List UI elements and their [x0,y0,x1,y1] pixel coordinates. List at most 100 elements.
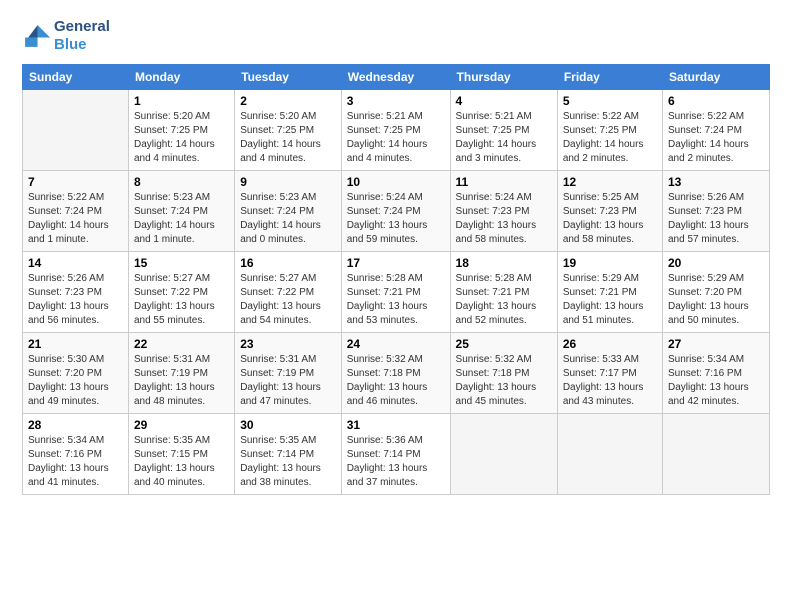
day-number: 6 [668,94,764,108]
day-cell: 8 Sunrise: 5:23 AM Sunset: 7:24 PM Daylig… [128,171,234,252]
day-cell: 9 Sunrise: 5:23 AM Sunset: 7:24 PM Daylig… [235,171,342,252]
day-info: Sunrise: 5:24 AM Sunset: 7:23 PM Dayligh… [456,191,552,247]
col-header-saturday: Saturday [662,65,769,90]
day-cell: 28Sunrise: 5:34 AM Sunset: 7:16 PM Dayli… [23,414,129,495]
day-number: 7 [28,175,123,189]
day-info: Sunrise: 5:29 AM Sunset: 7:20 PM Dayligh… [668,272,764,328]
day-cell [557,414,662,495]
day-info: Sunrise: 5:27 AM Sunset: 7:22 PM Dayligh… [134,272,229,328]
day-number: 18 [456,256,552,270]
header: General Blue [22,18,770,54]
day-info: Sunrise: 5:35 AM Sunset: 7:15 PM Dayligh… [134,434,229,490]
day-number: 4 [456,94,552,108]
day-number: 22 [134,337,229,351]
day-cell: 1Sunrise: 5:20 AM Sunset: 7:25 PM Daylig… [128,90,234,171]
day-number: 23 [240,337,336,351]
day-cell: 23 Sunrise: 5:31 AM Sunset: 7:19 PM Dayli… [235,333,342,414]
day-cell: 19Sunrise: 5:29 AM Sunset: 7:21 PM Dayli… [557,252,662,333]
day-cell: 31Sunrise: 5:36 AM Sunset: 7:14 PM Dayli… [341,414,450,495]
day-info: Sunrise: 5:23 AM Sunset: 7:24 PM Dayligh… [240,191,336,247]
day-cell: 22 Sunrise: 5:31 AM Sunset: 7:19 PM Dayli… [128,333,234,414]
day-cell: 5Sunrise: 5:22 AM Sunset: 7:25 PM Daylig… [557,90,662,171]
day-cell: 10 Sunrise: 5:24 AM Sunset: 7:24 PM Dayli… [341,171,450,252]
day-info: Sunrise: 5:24 AM Sunset: 7:24 PM Dayligh… [347,191,445,247]
col-header-thursday: Thursday [450,65,557,90]
week-row-4: 21 Sunrise: 5:30 AM Sunset: 7:20 PM Dayli… [23,333,770,414]
day-cell: 2 Sunrise: 5:20 AM Sunset: 7:25 PM Daylig… [235,90,342,171]
day-cell: 7 Sunrise: 5:22 AM Sunset: 7:24 PM Daylig… [23,171,129,252]
day-number: 21 [28,337,123,351]
day-number: 14 [28,256,123,270]
day-number: 8 [134,175,229,189]
day-number: 26 [563,337,657,351]
week-row-2: 7 Sunrise: 5:22 AM Sunset: 7:24 PM Daylig… [23,171,770,252]
logo-name: General Blue [54,18,110,54]
day-number: 19 [563,256,657,270]
day-cell: 3 Sunrise: 5:21 AM Sunset: 7:25 PM Daylig… [341,90,450,171]
day-cell: 18 Sunrise: 5:28 AM Sunset: 7:21 PM Dayli… [450,252,557,333]
day-info: Sunrise: 5:25 AM Sunset: 7:23 PM Dayligh… [563,191,657,247]
day-info: Sunrise: 5:22 AM Sunset: 7:24 PM Dayligh… [668,110,764,166]
day-info: Sunrise: 5:23 AM Sunset: 7:24 PM Dayligh… [134,191,229,247]
day-info: Sunrise: 5:26 AM Sunset: 7:23 PM Dayligh… [28,272,123,328]
day-number: 12 [563,175,657,189]
day-number: 27 [668,337,764,351]
col-header-friday: Friday [557,65,662,90]
day-cell: 30Sunrise: 5:35 AM Sunset: 7:14 PM Dayli… [235,414,342,495]
day-number: 16 [240,256,336,270]
day-cell: 16 Sunrise: 5:27 AM Sunset: 7:22 PM Dayli… [235,252,342,333]
day-info: Sunrise: 5:31 AM Sunset: 7:19 PM Dayligh… [240,353,336,409]
day-number: 10 [347,175,445,189]
calendar-page: General Blue SundayMondayTuesdayWednesda… [0,0,792,612]
day-number: 17 [347,256,445,270]
day-cell: 14 Sunrise: 5:26 AM Sunset: 7:23 PM Dayli… [23,252,129,333]
calendar-table: SundayMondayTuesdayWednesdayThursdayFrid… [22,64,770,495]
day-info: Sunrise: 5:28 AM Sunset: 7:21 PM Dayligh… [347,272,445,328]
day-info: Sunrise: 5:21 AM Sunset: 7:25 PM Dayligh… [347,110,445,166]
day-number: 25 [456,337,552,351]
day-number: 20 [668,256,764,270]
day-number: 5 [563,94,657,108]
col-header-monday: Monday [128,65,234,90]
day-cell [662,414,769,495]
day-number: 13 [668,175,764,189]
day-number: 30 [240,418,336,432]
day-number: 29 [134,418,229,432]
day-info: Sunrise: 5:33 AM Sunset: 7:17 PM Dayligh… [563,353,657,409]
day-cell: 25 Sunrise: 5:32 AM Sunset: 7:18 PM Dayli… [450,333,557,414]
day-number: 24 [347,337,445,351]
day-info: Sunrise: 5:34 AM Sunset: 7:16 PM Dayligh… [668,353,764,409]
day-info: Sunrise: 5:32 AM Sunset: 7:18 PM Dayligh… [347,353,445,409]
week-row-5: 28Sunrise: 5:34 AM Sunset: 7:16 PM Dayli… [23,414,770,495]
day-info: Sunrise: 5:27 AM Sunset: 7:22 PM Dayligh… [240,272,336,328]
day-info: Sunrise: 5:28 AM Sunset: 7:21 PM Dayligh… [456,272,552,328]
day-cell: 27 Sunrise: 5:34 AM Sunset: 7:16 PM Dayli… [662,333,769,414]
week-row-1: 1 Sunrise: 5:20 AM Sunset: 7:25 PM Daylig… [23,90,770,171]
day-number: 9 [240,175,336,189]
day-cell: 17 Sunrise: 5:28 AM Sunset: 7:21 PM Dayli… [341,252,450,333]
day-number: 1 [134,94,229,108]
day-cell [450,414,557,495]
day-cell: 15Sunrise: 5:27 AM Sunset: 7:22 PM Dayli… [128,252,234,333]
day-number: 3 [347,94,445,108]
day-info: Sunrise: 5:22 AM Sunset: 7:24 PM Dayligh… [28,191,123,247]
day-cell: 6 Sunrise: 5:22 AM Sunset: 7:24 PM Daylig… [662,90,769,171]
day-info: Sunrise: 5:20 AM Sunset: 7:25 PM Dayligh… [240,110,336,166]
day-cell: 13 Sunrise: 5:26 AM Sunset: 7:23 PM Dayli… [662,171,769,252]
day-cell: 11Sunrise: 5:24 AM Sunset: 7:23 PM Dayli… [450,171,557,252]
week-row-3: 14 Sunrise: 5:26 AM Sunset: 7:23 PM Dayli… [23,252,770,333]
day-number: 28 [28,418,123,432]
day-info: Sunrise: 5:26 AM Sunset: 7:23 PM Dayligh… [668,191,764,247]
header-row: SundayMondayTuesdayWednesdayThursdayFrid… [23,65,770,90]
day-info: Sunrise: 5:30 AM Sunset: 7:20 PM Dayligh… [28,353,123,409]
day-cell: 20 Sunrise: 5:29 AM Sunset: 7:20 PM Dayli… [662,252,769,333]
col-header-tuesday: Tuesday [235,65,342,90]
day-info: Sunrise: 5:32 AM Sunset: 7:18 PM Dayligh… [456,353,552,409]
day-info: Sunrise: 5:36 AM Sunset: 7:14 PM Dayligh… [347,434,445,490]
logo-area: General Blue [22,18,110,54]
day-info: Sunrise: 5:31 AM Sunset: 7:19 PM Dayligh… [134,353,229,409]
day-number: 2 [240,94,336,108]
day-cell: 21 Sunrise: 5:30 AM Sunset: 7:20 PM Dayli… [23,333,129,414]
col-header-wednesday: Wednesday [341,65,450,90]
day-cell: 24 Sunrise: 5:32 AM Sunset: 7:18 PM Dayli… [341,333,450,414]
